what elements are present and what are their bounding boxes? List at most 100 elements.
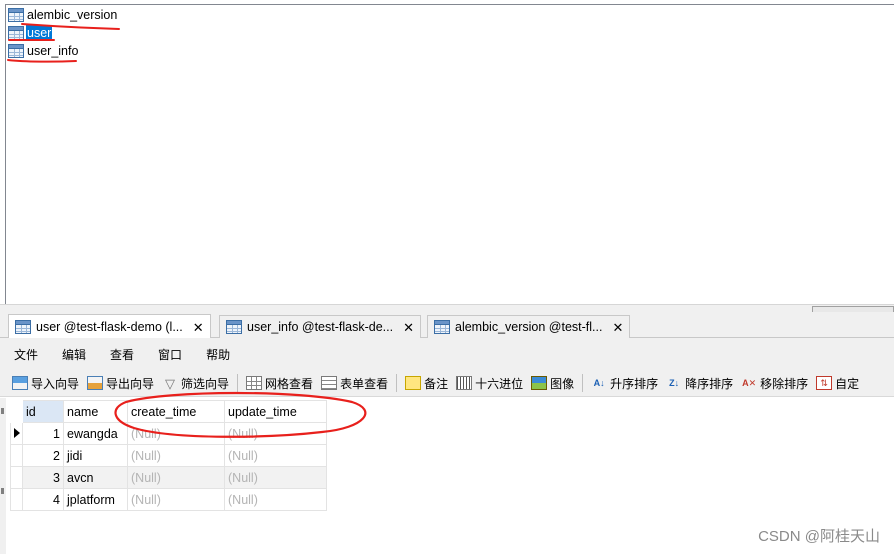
close-icon[interactable]: ✕ xyxy=(193,321,204,334)
form-view-button[interactable]: 表单查看 xyxy=(321,375,388,392)
object-item-user[interactable]: user xyxy=(6,24,53,42)
table-icon xyxy=(434,320,450,334)
table-icon xyxy=(15,320,31,334)
row-indicator xyxy=(10,422,23,445)
memo-button[interactable]: 备注 xyxy=(405,375,448,392)
table-icon xyxy=(8,26,24,40)
cell-name[interactable]: ewangda xyxy=(63,422,128,445)
row-indicator xyxy=(10,466,23,489)
menu-file[interactable]: 文件 xyxy=(14,346,38,363)
cell-update-time[interactable]: (Null) xyxy=(224,422,327,445)
image-icon xyxy=(531,376,548,390)
export-wizard-button[interactable]: 导出向导 xyxy=(87,375,154,392)
export-label: 导出向导 xyxy=(106,376,155,391)
close-icon[interactable]: ✕ xyxy=(612,321,623,334)
image-button[interactable]: 图像 xyxy=(531,375,574,392)
menu-view[interactable]: 查看 xyxy=(110,346,134,363)
cell-id[interactable]: 4 xyxy=(22,488,64,511)
column-header-create-time[interactable]: create_time xyxy=(127,400,225,423)
cell-name[interactable]: jidi xyxy=(63,444,128,467)
sort-descending-icon: Z↓ xyxy=(669,377,680,388)
grid-view-button[interactable]: 网格查看 xyxy=(246,375,313,392)
object-item-user-info[interactable]: user_info xyxy=(6,42,79,60)
import-wizard-button[interactable]: 导入向导 xyxy=(12,375,79,392)
toolbar: 导入向导 导出向导 ▽ 筛选向导 网格查看 表单查看 备注 十六进位 图像 A↓… xyxy=(0,370,894,397)
sort-ascending-icon: A↓ xyxy=(593,377,605,388)
table-row[interactable]: 1 ewangda (Null) (Null) xyxy=(10,422,327,445)
filter-icon: ▽ xyxy=(165,375,176,391)
pane-splitter[interactable] xyxy=(0,304,894,312)
object-list: alembic_version user user_info xyxy=(5,4,894,304)
cell-create-time[interactable]: (Null) xyxy=(127,422,225,445)
data-table: id name create_time update_time 1 ewangd… xyxy=(10,400,327,511)
table-row[interactable]: 4 jplatform (Null) (Null) xyxy=(10,488,327,511)
current-row-arrow-icon xyxy=(14,427,20,438)
sort-descending-button[interactable]: Z↓ 降序排序 xyxy=(666,375,733,392)
cell-id[interactable]: 3 xyxy=(22,466,64,489)
sort-descending-label: 降序排序 xyxy=(685,376,734,391)
row-indicator-header xyxy=(10,400,23,423)
image-label: 图像 xyxy=(550,376,575,391)
hex-label: 十六进位 xyxy=(475,376,524,391)
export-icon xyxy=(87,376,104,390)
cell-update-time[interactable]: (Null) xyxy=(224,466,327,489)
custom-sort-button[interactable]: ⇅ 自定 xyxy=(816,375,859,392)
tab-user[interactable]: user @test-flask-demo (l... ✕ xyxy=(8,314,211,339)
memo-label: 备注 xyxy=(424,376,449,391)
import-icon xyxy=(12,376,28,390)
cell-id[interactable]: 2 xyxy=(22,444,64,467)
remove-sort-label: 移除排序 xyxy=(760,376,809,391)
table-icon xyxy=(226,320,242,334)
cell-name[interactable]: jplatform xyxy=(63,488,128,511)
remove-sort-icon: A✕ xyxy=(742,377,757,388)
tab-label: alembic_version @test-fl... xyxy=(455,320,603,334)
cell-create-time[interactable]: (Null) xyxy=(127,466,225,489)
cell-name[interactable]: avcn xyxy=(63,466,128,489)
menu-edit[interactable]: 编辑 xyxy=(62,346,86,363)
memo-icon xyxy=(405,376,422,390)
object-label: user_info xyxy=(27,44,79,58)
sort-ascending-label: 升序排序 xyxy=(610,376,659,391)
cell-id[interactable]: 1 xyxy=(22,422,64,445)
hex-button[interactable]: 十六进位 xyxy=(456,375,523,392)
table-icon xyxy=(8,8,24,22)
cell-create-time[interactable]: (Null) xyxy=(127,444,225,467)
cell-create-time[interactable]: (Null) xyxy=(127,488,225,511)
toolbar-separator xyxy=(396,374,398,392)
cell-update-time[interactable]: (Null) xyxy=(224,488,327,511)
row-indicator xyxy=(10,444,23,467)
tab-user-info[interactable]: user_info @test-flask-de... ✕ xyxy=(219,315,421,338)
form-icon xyxy=(321,376,338,390)
tab-label: user @test-flask-demo (l... xyxy=(36,320,183,334)
import-label: 导入向导 xyxy=(31,376,80,391)
object-label: user xyxy=(26,25,53,41)
table-row[interactable]: 2 jidi (Null) (Null) xyxy=(10,444,327,467)
grid-view-label: 网格查看 xyxy=(265,376,314,391)
table-icon xyxy=(8,44,24,58)
column-header-update-time[interactable]: update_time xyxy=(224,400,327,423)
menu-help[interactable]: 帮助 xyxy=(206,346,230,363)
cell-update-time[interactable]: (Null) xyxy=(224,444,327,467)
gutter-marker xyxy=(1,488,4,494)
table-row[interactable]: 3 avcn (Null) (Null) xyxy=(10,466,327,489)
remove-sort-button[interactable]: A✕ 移除排序 xyxy=(741,375,808,392)
menu-window[interactable]: 窗口 xyxy=(158,346,182,363)
object-label: alembic_version xyxy=(27,8,118,22)
column-header-id[interactable]: id xyxy=(22,400,64,423)
filter-label: 筛选向导 xyxy=(181,376,230,391)
toolbar-separator xyxy=(582,374,584,392)
table-header-row: id name create_time update_time xyxy=(10,400,327,423)
grid-icon xyxy=(246,376,263,390)
toolbar-separator xyxy=(237,374,239,392)
close-icon[interactable]: ✕ xyxy=(403,321,414,334)
tab-bar: user @test-flask-demo (l... ✕ user_info … xyxy=(0,312,894,339)
column-header-name[interactable]: name xyxy=(63,400,128,423)
sort-ascending-button[interactable]: A↓ 升序排序 xyxy=(591,375,659,392)
object-item-alembic-version[interactable]: alembic_version xyxy=(6,6,118,24)
filter-wizard-button[interactable]: ▽ 筛选向导 xyxy=(162,375,229,392)
tab-alembic-version[interactable]: alembic_version @test-fl... ✕ xyxy=(427,315,631,338)
tab-label: user_info @test-flask-de... xyxy=(247,320,394,334)
custom-sort-label: 自定 xyxy=(835,376,860,391)
hex-icon xyxy=(456,376,473,390)
gutter-marker xyxy=(1,408,4,414)
